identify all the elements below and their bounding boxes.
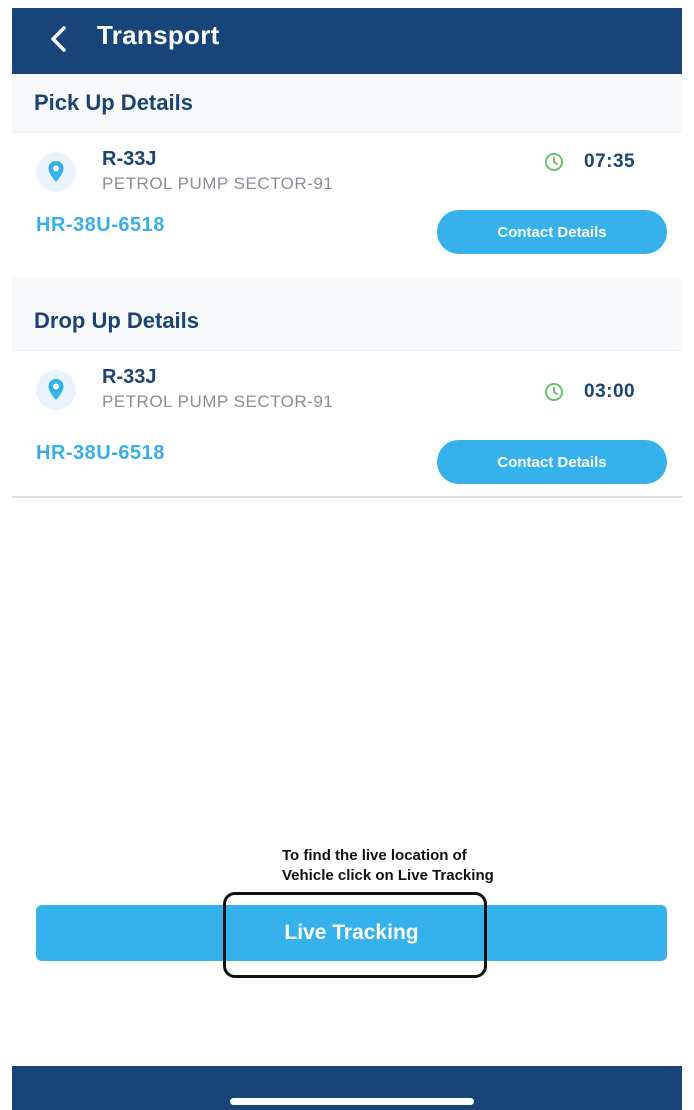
home-indicator[interactable] <box>230 1098 474 1105</box>
hint-line-1: To find the live location of <box>282 847 467 864</box>
drop-card: R-33J PETROL PUMP SECTOR-91 03:00 HR-38U… <box>12 356 682 506</box>
pickup-section-header: Pick Up Details <box>12 74 682 133</box>
section-divider <box>12 496 682 498</box>
drop-stop-name: PETROL PUMP SECTOR-91 <box>102 392 334 411</box>
pickup-stop-name: PETROL PUMP SECTOR-91 <box>102 174 334 193</box>
back-button[interactable] <box>40 19 80 59</box>
drop-vehicle-number: HR-38U-6518 <box>36 442 165 464</box>
pickup-stop-code: R-33J <box>102 148 157 170</box>
transport-screen: Transport Pick Up Details R-33J PETROL P… <box>12 8 682 1110</box>
pickup-section-title: Pick Up Details <box>34 90 193 115</box>
live-tracking-hint: To find the live location of Vehicle cli… <box>282 846 602 886</box>
drop-time: 03:00 <box>584 381 636 402</box>
pickup-time: 07:35 <box>584 151 636 172</box>
hint-line-2: Vehicle click on Live Tracking <box>282 867 494 884</box>
location-pin-icon <box>36 370 76 410</box>
pickup-contact-details-button[interactable]: Contact Details <box>437 210 667 254</box>
page-title: Transport <box>97 20 220 50</box>
pickup-card: R-33J PETROL PUMP SECTOR-91 07:35 HR-38U… <box>12 138 682 288</box>
clock-icon <box>545 383 563 401</box>
drop-section-header: Drop Up Details <box>12 292 682 351</box>
highlight-box <box>223 892 487 978</box>
section-gap <box>12 278 682 292</box>
drop-section-title: Drop Up Details <box>34 308 200 333</box>
drop-contact-details-button[interactable]: Contact Details <box>437 440 667 484</box>
drop-stop-code: R-33J <box>102 366 157 388</box>
location-pin-icon <box>36 152 76 192</box>
app-bar: Transport <box>12 8 682 74</box>
clock-icon <box>545 153 563 171</box>
chevron-left-icon <box>51 26 66 52</box>
pickup-vehicle-number: HR-38U-6518 <box>36 214 165 236</box>
